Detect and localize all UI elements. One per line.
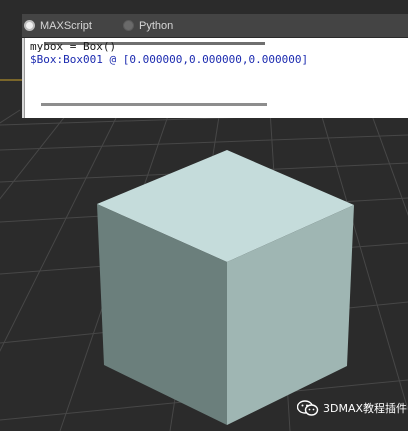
tab-python[interactable]: Python xyxy=(123,14,173,37)
script-input-line[interactable]: mybox = Box() xyxy=(30,40,116,53)
radio-selected-icon[interactable] xyxy=(24,20,35,31)
watermark: 3DMAX教程插件 xyxy=(296,400,408,416)
script-output-line[interactable]: $Box:Box001 @ [0.000000,0.000000,0.00000… xyxy=(30,53,308,66)
listener-tab-bar: MAXScript Python xyxy=(22,14,408,38)
tab-maxscript-label: MAXScript xyxy=(40,19,92,32)
maxscript-listener: MAXScript Python mybox = Box() $Box:Box0… xyxy=(22,14,408,118)
wechat-icon xyxy=(296,400,319,416)
watermark-text: 3DMAX教程插件 xyxy=(323,402,408,415)
listener-output-area[interactable]: mybox = Box() $Box:Box001 @ [0.000000,0.… xyxy=(24,38,408,118)
horizontal-scrollbar[interactable] xyxy=(41,103,267,106)
tab-maxscript[interactable]: MAXScript xyxy=(24,14,92,37)
tab-python-label: Python xyxy=(139,19,174,32)
box-object xyxy=(97,150,354,425)
radio-unselected-icon[interactable] xyxy=(123,20,134,31)
